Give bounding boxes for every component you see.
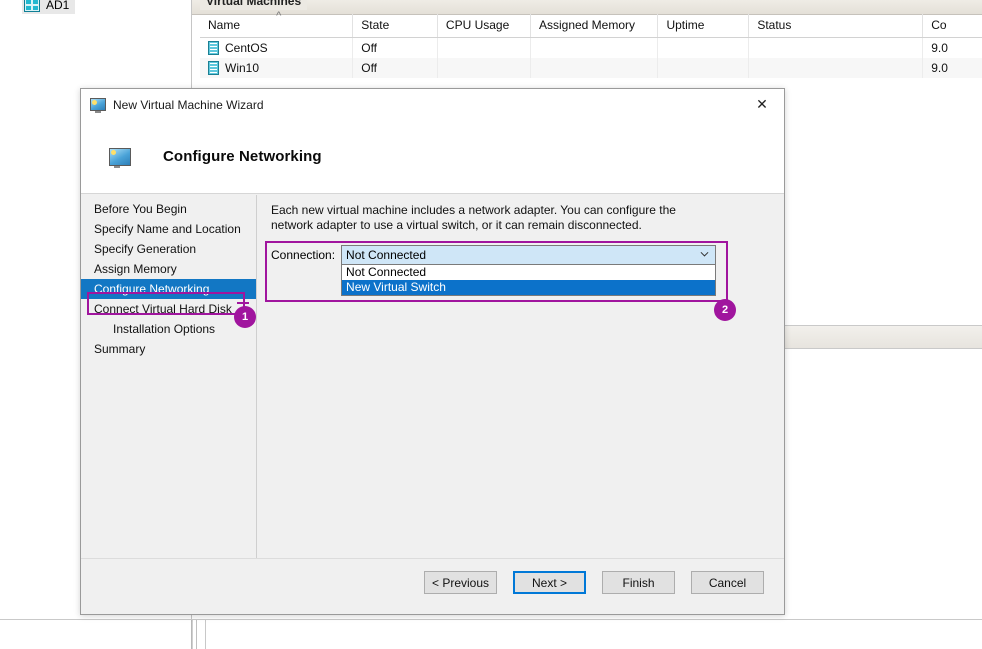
chevron-down-icon bbox=[700, 251, 709, 257]
close-icon[interactable]: ✕ bbox=[740, 89, 784, 120]
dialog-body: Before You Begin Specify Name and Locati… bbox=[81, 195, 784, 559]
annotation-badge-2: 2 bbox=[714, 299, 736, 321]
new-virtual-machine-wizard-dialog: New Virtual Machine Wizard ✕ Configure N… bbox=[80, 88, 785, 615]
cell-cpu-usage bbox=[437, 37, 531, 58]
column-header-cpu-usage[interactable]: CPU Usage bbox=[437, 14, 531, 38]
sidebar-item-summary[interactable]: Summary bbox=[81, 339, 256, 359]
cell-uptime bbox=[657, 37, 750, 58]
sidebar-item-configure-networking[interactable]: Configure Networking bbox=[81, 279, 256, 299]
cell-status bbox=[748, 58, 924, 78]
connection-label: Connection: bbox=[271, 248, 336, 262]
cell-uptime bbox=[657, 58, 750, 78]
cancel-button[interactable]: Cancel bbox=[691, 571, 764, 594]
grid-icon bbox=[24, 0, 40, 12]
column-header-state[interactable]: State bbox=[352, 14, 438, 38]
column-header-status[interactable]: Status bbox=[748, 14, 924, 38]
cell-assigned-memory bbox=[530, 58, 659, 78]
sidebar-item-specify-name-and-location[interactable]: Specify Name and Location bbox=[81, 219, 256, 239]
dialog-title-bar[interactable]: New Virtual Machine Wizard ✕ bbox=[81, 89, 784, 120]
sidebar-item-before-you-begin[interactable]: Before You Begin bbox=[81, 199, 256, 219]
sidebar-item-connect-virtual-hard-disk[interactable]: Connect Virtual Hard Disk bbox=[81, 299, 256, 319]
bottom-divider-a bbox=[192, 620, 193, 649]
virtual-machines-table: Name State CPU Usage Assigned Memory Upt… bbox=[200, 10, 982, 78]
dialog-footer: < Previous Next > Finish Cancel bbox=[81, 558, 784, 614]
previous-button[interactable]: < Previous bbox=[424, 571, 497, 594]
table-row[interactable]: CentOS Off 9.0 bbox=[200, 37, 982, 58]
sidebar-item-assign-memory[interactable]: Assign Memory bbox=[81, 259, 256, 279]
connection-dropdown[interactable]: Not Connected Not Connected New Virtual … bbox=[341, 245, 717, 296]
cell-state: Off bbox=[352, 58, 438, 78]
cell-assigned-memory bbox=[530, 37, 659, 58]
connection-dropdown-list: Not Connected New Virtual Switch bbox=[341, 265, 717, 296]
virtual-machines-group-title: Virtual Machines bbox=[200, 0, 308, 10]
column-header-configuration-version[interactable]: Co bbox=[922, 14, 982, 38]
bottom-divider-b bbox=[196, 620, 197, 649]
cell-state: Off bbox=[352, 37, 438, 58]
dropdown-option-not-connected[interactable]: Not Connected bbox=[342, 265, 715, 280]
wizard-content-panel: Each new virtual machine includes a netw… bbox=[257, 195, 784, 559]
monitor-icon bbox=[90, 98, 106, 113]
column-header-assigned-memory[interactable]: Assigned Memory bbox=[530, 14, 659, 38]
cell-name: CentOS bbox=[200, 37, 354, 58]
sidebar-item-installation-options[interactable]: Installation Options bbox=[81, 319, 256, 339]
page-title: Configure Networking bbox=[163, 148, 322, 165]
dialog-header: Configure Networking bbox=[81, 120, 784, 194]
cell-name: Win10 bbox=[200, 58, 354, 78]
table-row[interactable]: Win10 Off 9.0 bbox=[200, 58, 982, 78]
next-button[interactable]: Next > bbox=[513, 571, 586, 594]
annotation-badge-1: 1 bbox=[234, 306, 256, 328]
finish-button[interactable]: Finish bbox=[602, 571, 675, 594]
footer-button-group: < Previous Next > Finish Cancel bbox=[424, 571, 764, 594]
monitor-icon bbox=[109, 147, 131, 168]
column-header-uptime[interactable]: Uptime bbox=[657, 14, 750, 38]
connection-row: Connection: Not Connected Not Connected … bbox=[271, 245, 768, 296]
connection-combobox[interactable]: Not Connected bbox=[341, 245, 717, 265]
virtual-machine-icon bbox=[208, 61, 219, 75]
dropdown-option-new-virtual-switch[interactable]: New Virtual Switch bbox=[342, 280, 716, 295]
tree-node-label: AD1 bbox=[46, 0, 70, 12]
pane-header-band bbox=[192, 0, 982, 15]
page-description: Each new virtual machine includes a netw… bbox=[271, 203, 676, 232]
virtual-machine-icon bbox=[208, 41, 219, 55]
vm-name-label: CentOS bbox=[225, 41, 268, 55]
bottom-panel-separator bbox=[0, 619, 982, 620]
connection-selected-value: Not Connected bbox=[346, 248, 427, 262]
cell-cpu-usage bbox=[437, 58, 531, 78]
cell-configuration-version: 9.0 bbox=[922, 37, 982, 58]
dialog-title: New Virtual Machine Wizard bbox=[113, 97, 264, 112]
annotation-leader-1 bbox=[237, 302, 249, 304]
bottom-divider-c bbox=[205, 620, 206, 649]
cell-status bbox=[748, 37, 924, 58]
cell-configuration-version: 9.0 bbox=[922, 58, 982, 78]
vm-name-label: Win10 bbox=[225, 61, 260, 75]
tree-node-ad1[interactable]: AD1 bbox=[22, 0, 76, 14]
column-header-name[interactable]: Name bbox=[200, 10, 354, 38]
wizard-steps-sidebar: Before You Begin Specify Name and Locati… bbox=[81, 195, 257, 559]
table-header-row: Name State CPU Usage Assigned Memory Upt… bbox=[200, 10, 982, 38]
sidebar-item-specify-generation[interactable]: Specify Generation bbox=[81, 239, 256, 259]
